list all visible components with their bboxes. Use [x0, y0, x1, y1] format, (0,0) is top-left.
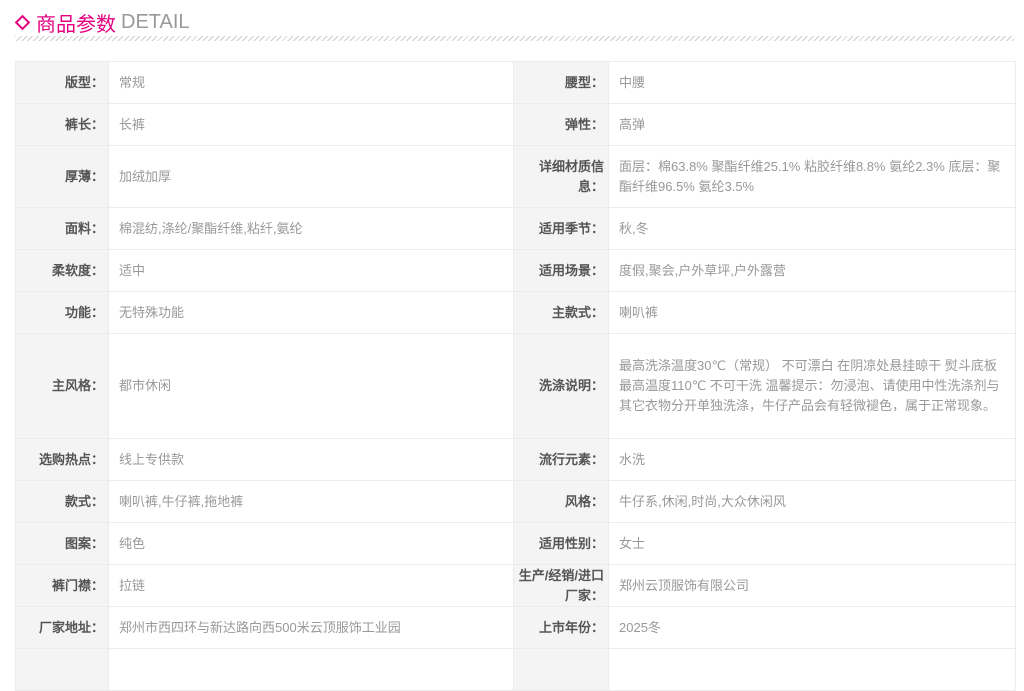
table-row: 面料： 棉混纺,涤纶/聚酯纤维,粘纤,氨纶 适用季节： 秋,冬 — [15, 207, 1016, 250]
param-value: 都市休闲 — [108, 333, 514, 439]
table-row: 主风格： 都市休闲 洗涤说明： 最高洗涤温度30℃（常规） 不可漂白 在阴凉处悬挂晾干… — [15, 333, 1016, 439]
diamond-icon — [14, 14, 31, 30]
section-title: 商品参数 DETAIL — [14, 8, 190, 36]
param-value: 加绒加厚 — [108, 145, 514, 208]
empty-cell — [108, 648, 514, 691]
param-value: 线上专供款 — [108, 438, 514, 481]
param-value: 常规 — [108, 61, 514, 104]
param-value: 无特殊功能 — [108, 291, 514, 334]
param-value: 女士 — [608, 522, 1016, 565]
table-row: 厚薄： 加绒加厚 详细材质信息： 面层：棉63.8% 聚酯纤维25.1% 粘胶纤维8.… — [15, 145, 1016, 208]
param-label: 流行元素： — [513, 438, 609, 481]
param-value: 棉混纺,涤纶/聚酯纤维,粘纤,氨纶 — [108, 207, 514, 250]
param-label: 面料： — [15, 207, 109, 250]
param-value: 最高洗涤温度30℃（常规） 不可漂白 在阴凉处悬挂晾干 熨斗底板最高温度110℃… — [608, 333, 1016, 439]
table-row — [15, 648, 1016, 691]
param-value: 郑州市西四环与新达路向西500米云顶服饰工业园 — [108, 606, 514, 649]
param-value: 高弹 — [608, 103, 1016, 146]
empty-cell — [608, 648, 1016, 691]
param-label: 柔软度： — [15, 249, 109, 292]
param-label: 适用性别： — [513, 522, 609, 565]
params-table: 版型： 常规 腰型： 中腰 裤长： 长裤 弹性： 高弹 厚薄： 加绒加厚 详细材质信息： 面层：棉63… — [15, 61, 1016, 691]
param-label: 裤门襟： — [15, 564, 109, 607]
param-value: 郑州云顶服饰有限公司 — [608, 564, 1016, 607]
param-value: 面层：棉63.8% 聚酯纤维25.1% 粘胶纤维8.8% 氨纶2.3% 底层：聚… — [608, 145, 1016, 208]
empty-cell — [513, 648, 609, 691]
param-label: 功能： — [15, 291, 109, 334]
param-label: 洗涤说明： — [513, 333, 609, 439]
table-row: 版型： 常规 腰型： 中腰 — [15, 61, 1016, 104]
table-row: 款式： 喇叭裤,牛仔裤,拖地裤 风格： 牛仔系,休闲,时尚,大众休闲风 — [15, 480, 1016, 523]
param-label: 适用场景： — [513, 249, 609, 292]
table-row: 柔软度： 适中 适用场景： 度假,聚会,户外草坪,户外露营 — [15, 249, 1016, 292]
param-value: 长裤 — [108, 103, 514, 146]
title-en: DETAIL — [121, 10, 190, 33]
table-row: 图案： 纯色 适用性别： 女士 — [15, 522, 1016, 565]
table-row: 裤长： 长裤 弹性： 高弹 — [15, 103, 1016, 146]
param-value: 水洗 — [608, 438, 1016, 481]
param-label: 主款式： — [513, 291, 609, 334]
empty-cell — [15, 648, 109, 691]
param-label: 图案： — [15, 522, 109, 565]
param-label: 弹性： — [513, 103, 609, 146]
param-label: 腰型： — [513, 61, 609, 104]
table-row: 选购热点： 线上专供款 流行元素： 水洗 — [15, 438, 1016, 481]
param-label: 上市年份： — [513, 606, 609, 649]
param-value: 中腰 — [608, 61, 1016, 104]
title-cn: 商品参数 — [36, 13, 116, 36]
param-label: 主风格： — [15, 333, 109, 439]
param-label: 厚薄： — [15, 145, 109, 208]
param-value: 喇叭裤 — [608, 291, 1016, 334]
param-value: 纯色 — [108, 522, 514, 565]
param-value: 秋,冬 — [608, 207, 1016, 250]
table-row: 裤门襟： 拉链 生产/经销/进口厂家： 郑州云顶服饰有限公司 — [15, 564, 1016, 607]
hatched-divider — [15, 36, 1014, 41]
param-label: 详细材质信息： — [513, 145, 609, 208]
param-value: 适中 — [108, 249, 514, 292]
param-label: 生产/经销/进口厂家： — [513, 564, 609, 607]
table-row: 功能： 无特殊功能 主款式： 喇叭裤 — [15, 291, 1016, 334]
param-value: 喇叭裤,牛仔裤,拖地裤 — [108, 480, 514, 523]
param-value: 牛仔系,休闲,时尚,大众休闲风 — [608, 480, 1016, 523]
param-label: 款式： — [15, 480, 109, 523]
param-value: 2025冬 — [608, 606, 1016, 649]
table-row: 厂家地址： 郑州市西四环与新达路向西500米云顶服饰工业园 上市年份： 2025冬 — [15, 606, 1016, 649]
param-label: 选购热点： — [15, 438, 109, 481]
param-value: 度假,聚会,户外草坪,户外露营 — [608, 249, 1016, 292]
param-label: 适用季节： — [513, 207, 609, 250]
param-label: 风格： — [513, 480, 609, 523]
param-label: 厂家地址： — [15, 606, 109, 649]
param-label: 裤长： — [15, 103, 109, 146]
param-label: 版型： — [15, 61, 109, 104]
param-value: 拉链 — [108, 564, 514, 607]
